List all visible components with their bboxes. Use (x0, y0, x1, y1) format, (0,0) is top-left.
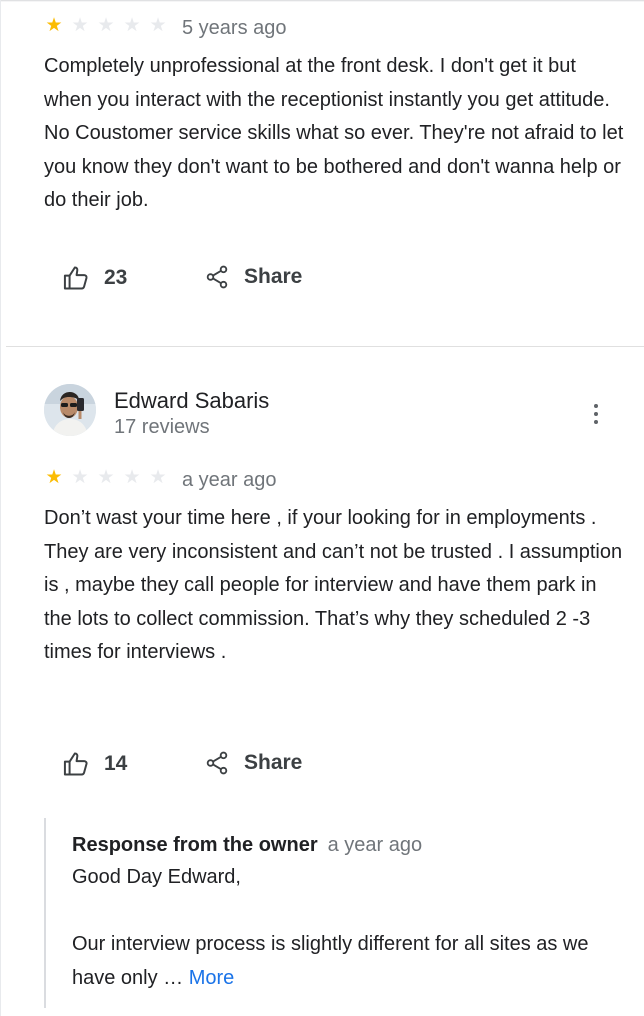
thumbs-up-icon (62, 264, 90, 292)
star-filled-icon: ★ (45, 467, 63, 488)
review-text: Don’t wast your time here , if your look… (44, 507, 623, 663)
share-button[interactable]: Share (204, 264, 302, 290)
star-empty-icon: ★ (97, 15, 115, 36)
more-link[interactable]: More (189, 967, 235, 989)
star-filled-icon: ★ (45, 15, 63, 36)
star-empty-icon: ★ (97, 467, 115, 488)
share-icon (204, 264, 230, 290)
reviewer-name[interactable]: Edward Sabaris (114, 388, 269, 414)
review-date: a year ago (182, 469, 277, 491)
star-empty-icon: ★ (123, 467, 141, 488)
star-empty-icon: ★ (149, 467, 167, 488)
star-empty-icon: ★ (71, 467, 89, 488)
avatar[interactable] (44, 384, 96, 436)
star-empty-icon: ★ (123, 15, 141, 36)
share-button[interactable]: Share (204, 750, 302, 776)
star-empty-icon: ★ (71, 15, 89, 36)
share-label: Share (244, 265, 303, 288)
star-rating: ★ ★ ★ ★ ★ (43, 468, 169, 488)
owner-response-header: Response from the owner a year ago (72, 834, 422, 857)
owner-response-text: Good Day Edward, Our interview process i… (72, 866, 589, 989)
owner-response-body: Good Day Edward, Our interview process i… (72, 861, 612, 995)
review-text: Completely unprofessional at the front d… (44, 55, 624, 211)
reviewer-review-count[interactable]: 17 reviews (114, 416, 210, 439)
share-label: Share (244, 751, 303, 774)
review-card-1: ★ ★ ★ ★ ★ 5 years ago Completely unprofe… (0, 0, 644, 346)
like-button[interactable]: 23 (62, 264, 127, 292)
like-button[interactable]: 14 (62, 750, 127, 778)
review-divider (6, 346, 644, 347)
share-icon (204, 750, 230, 776)
owner-response-label: Response from the owner (72, 834, 318, 856)
more-vert-icon[interactable] (586, 400, 606, 428)
like-count: 23 (104, 266, 128, 289)
star-empty-icon: ★ (149, 15, 167, 36)
thumbs-up-icon (62, 750, 90, 778)
owner-response-date: a year ago (327, 834, 423, 856)
owner-response: Response from the owner a year ago Good D… (44, 818, 626, 1008)
star-rating: ★ ★ ★ ★ ★ (43, 16, 169, 36)
review-date: 5 years ago (182, 17, 287, 39)
like-count: 14 (104, 752, 128, 775)
